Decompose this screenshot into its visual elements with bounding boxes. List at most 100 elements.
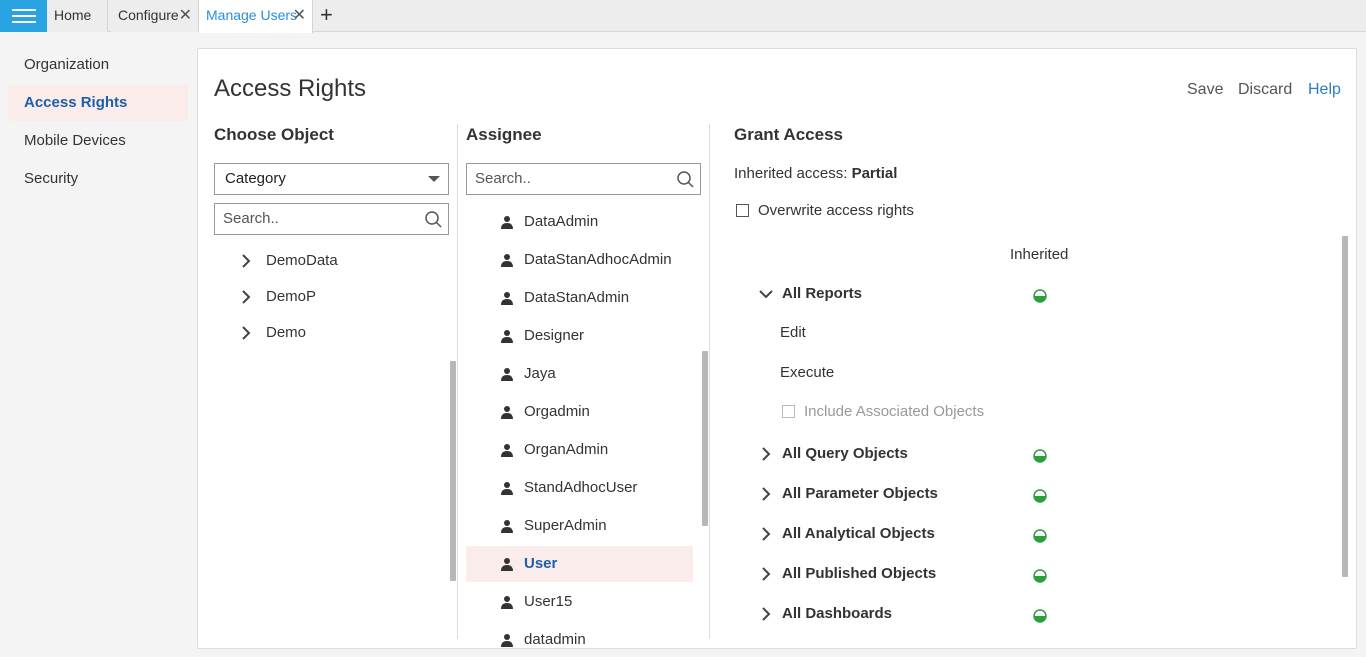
perm-group-label: All Published Objects — [782, 565, 937, 582]
inherited-access-label: Inherited access: — [734, 165, 848, 182]
user-label: Designer — [524, 327, 585, 344]
tab-label: Home — [54, 7, 92, 23]
user-label: User — [524, 555, 558, 572]
save-button[interactable]: Save — [1187, 81, 1223, 99]
list-item[interactable]: OrganAdmin — [466, 432, 693, 468]
hamburger-menu-icon[interactable] — [0, 0, 47, 32]
select-value: Category — [225, 170, 286, 187]
sidebar-item-access-rights[interactable]: Access Rights — [8, 85, 188, 121]
chevron-right-icon — [762, 447, 771, 461]
search-placeholder: Search.. — [475, 170, 531, 187]
assignee-scrollbar[interactable] — [702, 351, 708, 526]
user-label: OrganAdmin — [524, 441, 609, 458]
perm-group-label: All Parameter Objects — [782, 485, 938, 502]
search-icon — [425, 211, 442, 228]
chevron-right-icon — [242, 290, 251, 304]
list-item[interactable]: Designer — [466, 318, 693, 354]
chevron-down-icon — [759, 290, 773, 299]
list-item[interactable]: User15 — [466, 584, 693, 620]
close-icon[interactable]: ✕ — [179, 0, 192, 31]
object-scrollbar[interactable] — [450, 361, 456, 581]
user-icon — [501, 634, 513, 647]
tree-item-label: Demo — [266, 324, 307, 341]
list-item[interactable]: Orgadmin — [466, 394, 693, 430]
inherited-access-info: Inherited access: Partial — [734, 165, 897, 182]
sidebar-item-security[interactable]: Security — [8, 161, 188, 197]
list-item[interactable]: datadmin — [466, 622, 693, 648]
tab-bar: Home Configure ✕ Manage Users ✕ + — [0, 0, 1366, 33]
tree-item-label: DemoData — [266, 252, 338, 269]
list-item[interactable]: StandAdhocUser — [466, 470, 693, 506]
tree-item-label: DemoP — [266, 288, 317, 305]
partial-status-icon — [1033, 289, 1047, 303]
search-placeholder: Search.. — [223, 210, 279, 227]
chevron-right-icon — [242, 254, 251, 268]
user-icon — [501, 216, 513, 229]
chevron-right-icon — [762, 487, 771, 501]
user-icon — [501, 254, 513, 267]
perm-group-label: All Query Objects — [782, 445, 908, 462]
object-type-select[interactable]: Category — [214, 163, 449, 195]
object-search-input[interactable]: Search.. — [214, 203, 449, 235]
tab-manage-users[interactable]: Manage Users ✕ — [199, 0, 313, 33]
list-item[interactable]: SuperAdmin — [466, 508, 693, 544]
access-rights-panel: Access Rights Save Discard Help Choose O… — [197, 48, 1357, 649]
partial-status-icon — [1033, 569, 1047, 583]
sidebar-item-organization[interactable]: Organization — [8, 47, 188, 83]
user-label: DataAdmin — [524, 213, 599, 230]
chevron-right-icon — [762, 527, 771, 541]
user-label: Jaya — [524, 365, 556, 382]
sidebar-item-mobile-devices[interactable]: Mobile Devices — [8, 123, 188, 159]
chevron-right-icon — [762, 607, 771, 621]
list-item[interactable]: DataStanAdhocAdmin — [466, 242, 693, 278]
overwrite-label: Overwrite access rights — [758, 202, 914, 219]
tab-label: Configure — [118, 7, 179, 23]
user-label: User15 — [524, 593, 573, 610]
user-icon — [501, 330, 513, 343]
assignee-search-input[interactable]: Search.. — [466, 163, 701, 195]
partial-status-icon — [1033, 609, 1047, 623]
grant-scrollbar[interactable] — [1342, 236, 1348, 577]
user-label: SuperAdmin — [524, 517, 607, 534]
tab-home[interactable]: Home — [47, 0, 108, 32]
user-label: Orgadmin — [524, 403, 590, 420]
user-icon — [501, 596, 513, 609]
include-associated-checkbox[interactable] — [782, 405, 795, 418]
user-label: DataStanAdhocAdmin — [524, 251, 672, 268]
close-icon[interactable]: ✕ — [293, 0, 306, 31]
tab-label: Manage Users — [206, 7, 298, 23]
user-icon — [501, 368, 513, 381]
user-label: DataStanAdmin — [524, 289, 630, 306]
discard-button[interactable]: Discard — [1238, 81, 1292, 99]
user-icon — [501, 482, 513, 495]
assignee-heading: Assignee — [466, 125, 542, 144]
include-associated-label: Include Associated Objects — [804, 403, 985, 420]
tab-configure[interactable]: Configure ✕ — [111, 0, 199, 32]
list-item[interactable]: Jaya — [466, 356, 693, 392]
page-title: Access Rights — [214, 75, 367, 102]
partial-status-icon — [1033, 529, 1047, 543]
user-icon — [501, 520, 513, 533]
user-label: datadmin — [524, 631, 586, 648]
perm-group-label: All Analytical Objects — [782, 525, 935, 542]
chevron-right-icon — [242, 326, 251, 340]
list-item-selected[interactable]: User — [466, 546, 693, 582]
partial-status-icon — [1033, 489, 1047, 503]
help-link[interactable]: Help — [1308, 81, 1341, 99]
user-icon — [501, 558, 513, 571]
list-item[interactable]: DataStanAdmin — [466, 280, 693, 316]
add-tab-icon[interactable]: + — [320, 1, 333, 29]
overwrite-checkbox[interactable] — [736, 204, 749, 217]
partial-status-icon — [1033, 449, 1047, 463]
list-item[interactable]: DataAdmin — [466, 204, 693, 240]
column-divider — [709, 124, 710, 639]
chevron-down-icon — [428, 176, 440, 182]
user-label: StandAdhocUser — [524, 479, 638, 496]
user-icon — [501, 444, 513, 457]
perm-group-label: All Reports — [782, 285, 863, 302]
user-icon — [501, 406, 513, 419]
chevron-right-icon — [762, 567, 771, 581]
search-icon — [677, 171, 694, 188]
user-icon — [501, 292, 513, 305]
perm-edit: Edit — [780, 324, 806, 341]
